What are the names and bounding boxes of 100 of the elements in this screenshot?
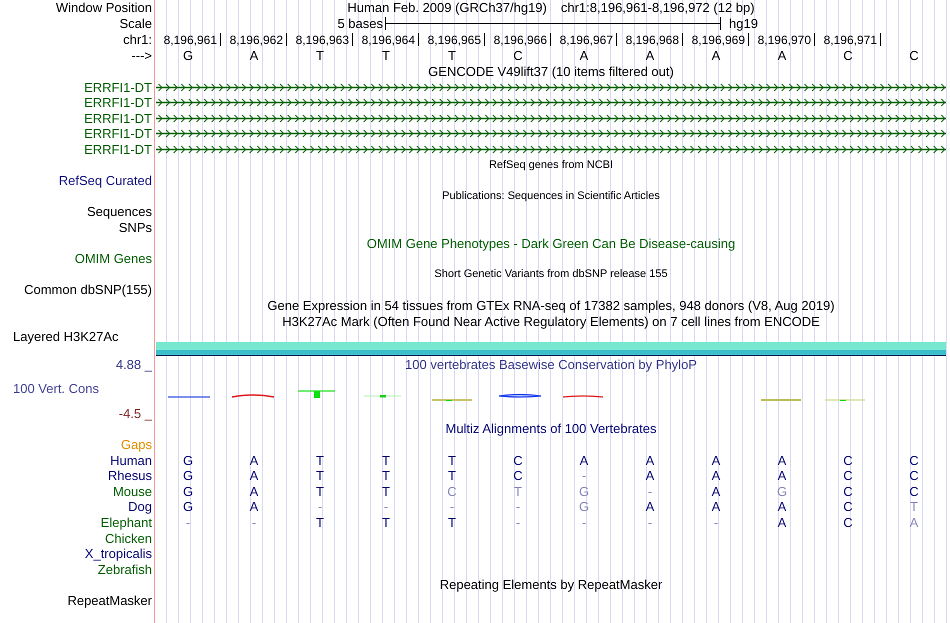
aligned-base: C — [843, 468, 853, 484]
base-letter: A — [580, 48, 588, 64]
track-title: Multiz Alignments of 100 Vertebrates — [445, 421, 656, 436]
aligned-base: A — [712, 452, 720, 468]
gene-label: ERRFI1-DT — [84, 80, 152, 95]
track-label: Common dbSNP(155) — [24, 282, 152, 298]
aligned-base: A — [646, 468, 654, 484]
aligned-base: T — [448, 468, 456, 484]
base-letter: T — [382, 48, 390, 64]
track-title: Short Genetic Variants from dbSNP release 155 — [434, 266, 668, 282]
position-label: 8,196,964 — [362, 32, 415, 47]
aligned-base: A — [778, 514, 786, 530]
position-label: 8,196,966 — [494, 32, 547, 47]
aligned-base: - — [450, 499, 454, 514]
position-label: 8,196,970 — [758, 32, 811, 47]
aligned-base: A — [778, 452, 786, 468]
aligned-base: T — [316, 484, 324, 499]
base-letter: T — [316, 48, 324, 64]
base-letter: T — [448, 48, 456, 64]
aligned-base: C — [513, 468, 523, 484]
track-title: OMIM Gene Phenotypes - Dark Green Can Be Disease-causing — [366, 236, 736, 251]
aligned-base: G — [776, 484, 788, 499]
aligned-base: - — [516, 499, 520, 514]
aligned-base: T — [910, 499, 918, 514]
base-letter: A — [646, 48, 654, 64]
position-label: 8,196,963 — [296, 32, 349, 47]
aligned-base: T — [316, 514, 324, 530]
position-label: 8,196,965 — [428, 32, 481, 47]
gene-label: ERRFI1-DT — [84, 142, 152, 158]
axis-max-label: 4.88 _ — [116, 357, 152, 372]
aligned-base: C — [843, 514, 853, 530]
position-label: 8,196,967 — [560, 32, 613, 47]
species-label: Chicken — [105, 530, 152, 546]
aligned-base: A — [712, 499, 720, 514]
track-label: Gaps — [120, 436, 152, 452]
base-letter: C — [843, 48, 853, 64]
aligned-base: - — [384, 499, 388, 514]
assembly-label: hg19 — [729, 16, 758, 31]
aligned-base: T — [382, 468, 390, 484]
position-label: 8,196,971 — [824, 32, 877, 47]
axis-min-label: -4.5 _ — [118, 406, 152, 421]
aligned-base: T — [514, 484, 522, 499]
gene-label: ERRFI1-DT — [84, 95, 152, 110]
row-label: Window Position — [56, 0, 152, 16]
position-label: 8,196,961 — [164, 32, 217, 47]
aligned-base: A — [250, 452, 258, 468]
track-title: 100 vertebrates Basewise Conservation by PhyloP — [405, 357, 697, 372]
aligned-base: T — [382, 514, 390, 530]
track-label: SNPs — [118, 220, 152, 236]
gene-label: ERRFI1-DT — [84, 126, 152, 142]
track-label: RefSeq Curated — [58, 173, 152, 188]
track-title: Gene Expression in 54 tissues from GTEx RNA-seq of 17382 samples, 948 donors (V8, Aug 2019) — [267, 298, 835, 313]
track-label: Layered H3K27Ac — [13, 328, 119, 344]
aligned-base: - — [318, 499, 322, 514]
position-label: 8,196,968 — [626, 32, 679, 47]
aligned-base: - — [648, 484, 652, 499]
aligned-base: C — [843, 499, 853, 514]
aligned-base: C — [513, 452, 523, 468]
track-title: RefSeq genes from NCBI — [488, 158, 614, 173]
track-label: 100 Vert. Cons — [13, 381, 99, 396]
species-label: Mouse — [112, 484, 152, 499]
aligned-base: - — [582, 468, 586, 484]
base-letter: C — [909, 48, 919, 64]
aligned-base: T — [382, 452, 390, 468]
aligned-base: C — [909, 484, 919, 499]
aligned-base: C — [843, 484, 853, 499]
species-label: X_tropicalis — [84, 546, 152, 562]
strand-label: ---> — [131, 48, 152, 64]
aligned-base: C — [447, 484, 457, 499]
track-title: Repeating Elements by RepeatMasker — [440, 577, 662, 592]
aligned-base: T — [316, 452, 324, 468]
aligned-base: T — [448, 452, 456, 468]
aligned-base: - — [252, 514, 256, 530]
species-label: Zebrafish — [98, 562, 152, 577]
track-title: Publications: Sequences in Scientific Articles — [442, 188, 660, 204]
aligned-base: A — [712, 484, 720, 499]
aligned-base: A — [580, 452, 588, 468]
aligned-base: - — [582, 514, 586, 530]
aligned-base: - — [516, 514, 520, 530]
species-label: Dog — [128, 499, 152, 514]
aligned-base: A — [250, 468, 258, 484]
aligned-base: T — [382, 484, 390, 499]
aligned-base: - — [186, 514, 190, 530]
base-letter: C — [513, 48, 523, 64]
position-label: 8,196,969 — [692, 32, 745, 47]
aligned-base: A — [250, 499, 258, 514]
aligned-base: A — [712, 468, 720, 484]
track-label: OMIM Genes — [74, 251, 152, 266]
aligned-base: C — [909, 468, 919, 484]
aligned-base: G — [578, 484, 590, 499]
aligned-base: G — [182, 484, 194, 499]
aligned-base: C — [843, 452, 853, 468]
aligned-base: C — [909, 452, 919, 468]
aligned-base: A — [646, 499, 654, 514]
aligned-base: T — [316, 468, 324, 484]
track-label: RepeatMasker — [67, 592, 152, 608]
gene-label: ERRFI1-DT — [84, 110, 152, 126]
aligned-base: A — [910, 514, 918, 530]
aligned-base: A — [778, 499, 786, 514]
chromosome-label: chr1: — [123, 32, 152, 48]
